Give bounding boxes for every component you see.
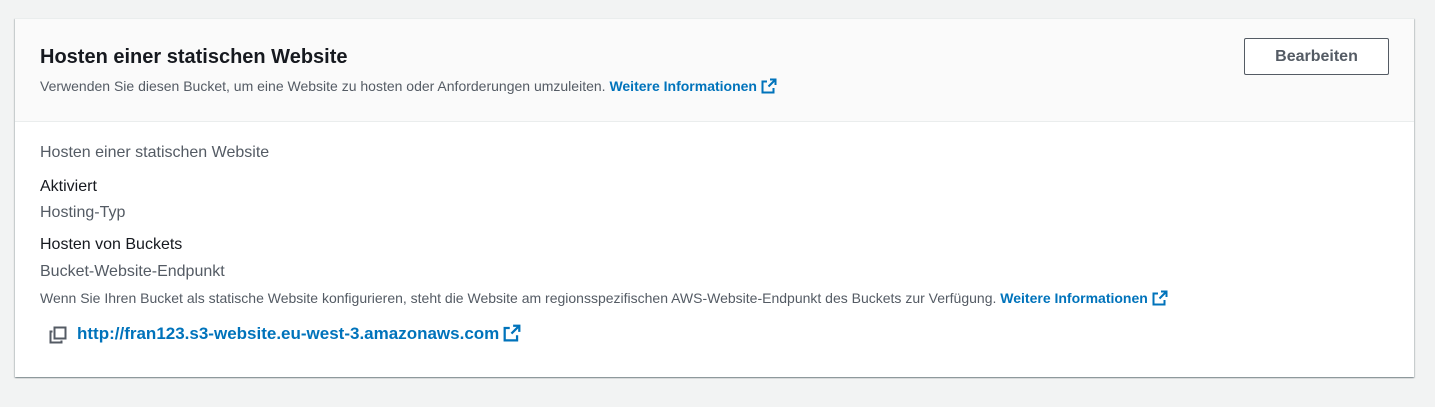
endpoint-more-info-link[interactable]: Weitere Informationen bbox=[1000, 290, 1168, 306]
panel-header: Hosten einer statischen Website Verwende… bbox=[15, 19, 1414, 122]
section-label: Hosten einer statischen Website bbox=[40, 144, 270, 161]
external-link-icon bbox=[761, 78, 777, 99]
endpoint-more-info-link-label: Weitere Informationen bbox=[1000, 290, 1148, 306]
endpoint-description-text: Wenn Sie Ihren Bucket als statische Webs… bbox=[40, 290, 997, 306]
panel-description-text: Verwenden Sie diesen Bucket, um eine Web… bbox=[40, 78, 606, 94]
endpoint-row: http://fran123.s3-website.eu-west-3.amaz… bbox=[49, 320, 521, 350]
external-link-icon bbox=[1152, 290, 1168, 311]
more-info-link-label: Weitere Informationen bbox=[609, 78, 757, 94]
endpoint-url-text: http://fran123.s3-website.eu-west-3.amaz… bbox=[77, 323, 500, 343]
endpoint-url-link[interactable]: http://fran123.s3-website.eu-west-3.amaz… bbox=[77, 324, 521, 347]
copy-icon[interactable] bbox=[49, 326, 67, 344]
more-info-link[interactable]: Weitere Informationen bbox=[609, 78, 777, 94]
hosting-status-value: Aktiviert bbox=[40, 178, 97, 195]
endpoint-description: Wenn Sie Ihren Bucket als statische Webs… bbox=[40, 288, 1168, 311]
panel-title: Hosten einer statischen Website bbox=[40, 46, 348, 68]
external-link-icon bbox=[503, 324, 521, 347]
edit-button[interactable]: Bearbeiten bbox=[1244, 38, 1389, 75]
hosting-type-label: Hosting-Typ bbox=[40, 204, 126, 221]
endpoint-label: Bucket-Website-Endpunkt bbox=[40, 263, 225, 280]
panel-description: Verwenden Sie diesen Bucket, um eine Web… bbox=[40, 76, 777, 99]
hosting-type-value: Hosten von Buckets bbox=[40, 236, 183, 253]
static-website-hosting-panel: Hosten einer statischen Website Verwende… bbox=[15, 18, 1414, 377]
